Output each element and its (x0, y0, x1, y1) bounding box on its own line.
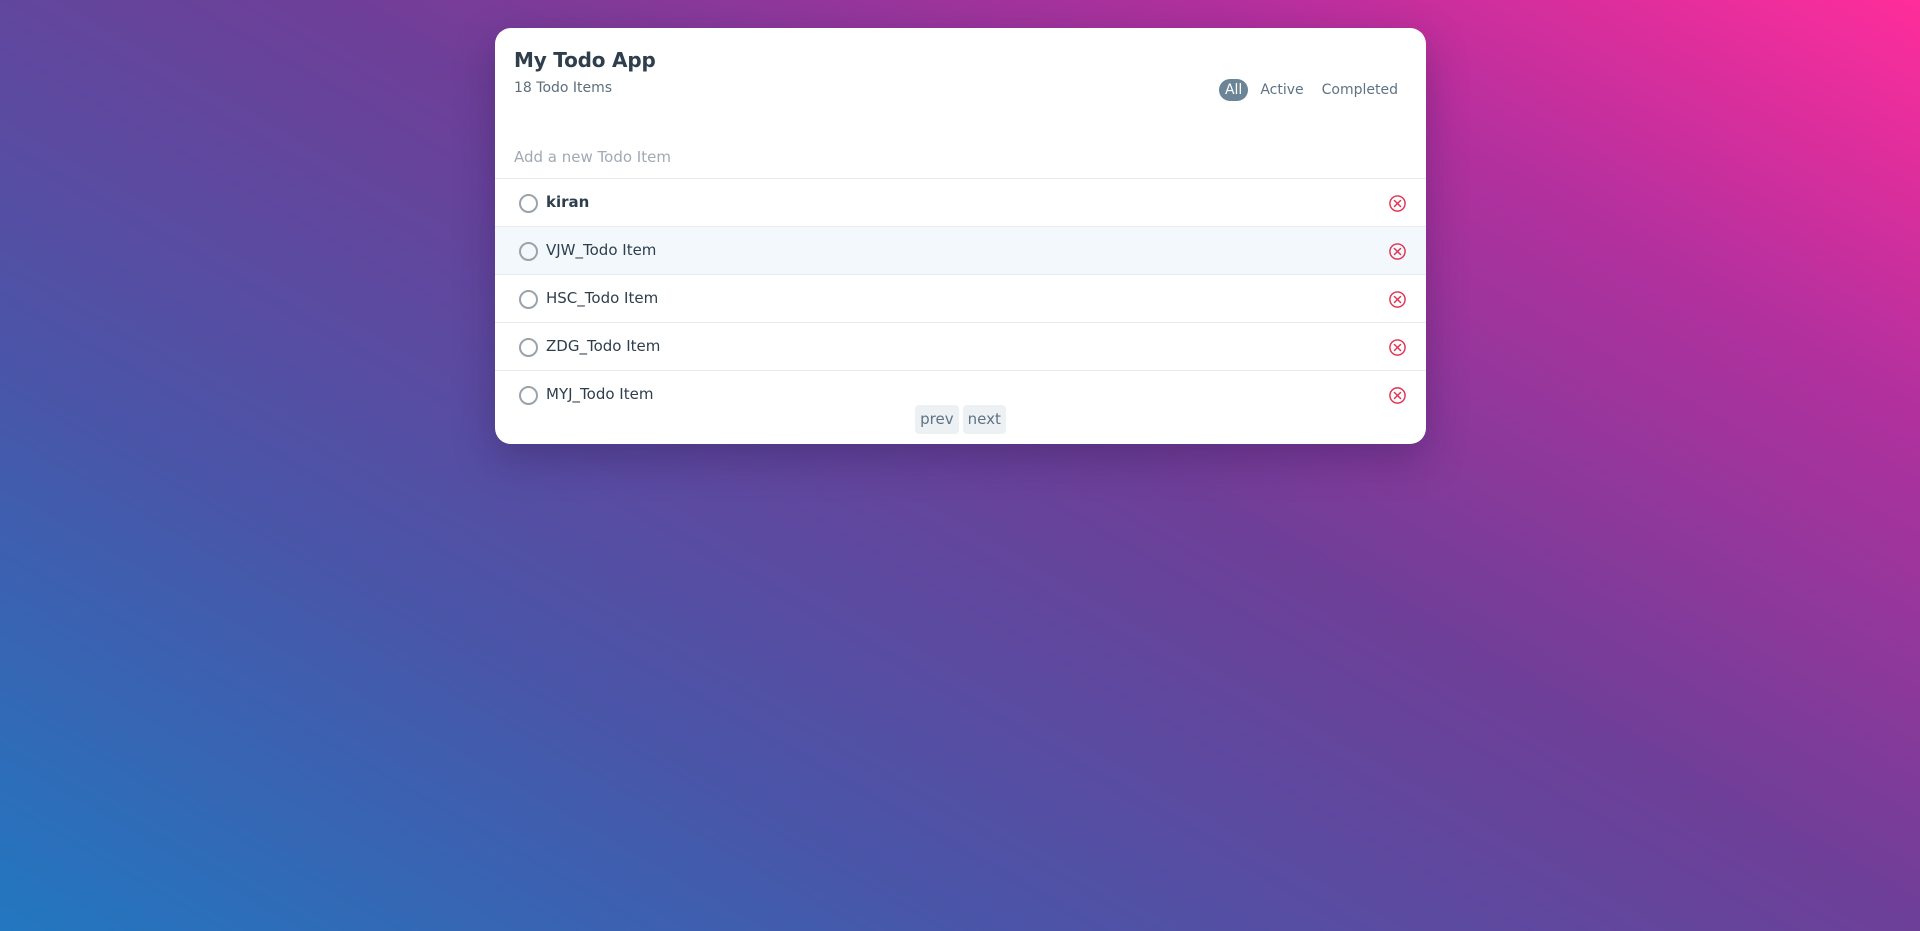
todo-item: VJW_Todo Item (495, 227, 1426, 275)
todo-card: My Todo App 18 Todo Items All Active Com… (495, 28, 1426, 444)
todo-item: ZDG_Todo Item (495, 323, 1426, 371)
app-title: My Todo App (514, 48, 656, 72)
todo-text: VJW_Todo Item (546, 241, 657, 259)
close-circle-icon[interactable] (1388, 338, 1407, 357)
todo-checkbox[interactable] (519, 338, 538, 357)
todo-text: ZDG_Todo Item (546, 337, 661, 355)
prev-button[interactable]: prev (915, 405, 959, 434)
todo-checkbox[interactable] (519, 242, 538, 261)
close-circle-icon[interactable] (1388, 290, 1407, 309)
filter-all[interactable]: All (1218, 79, 1249, 101)
next-button[interactable]: next (962, 405, 1006, 434)
todo-text: kiran (546, 193, 590, 211)
close-circle-icon[interactable] (1388, 386, 1407, 405)
todo-item: HSC_Todo Item (495, 275, 1426, 323)
filter-completed[interactable]: Completed (1316, 79, 1404, 101)
todo-checkbox[interactable] (519, 194, 538, 213)
filter-group: All Active Completed (1218, 79, 1404, 101)
todo-count: 18 Todo Items (514, 80, 613, 96)
pagination: prev next (495, 405, 1426, 434)
todo-text: MYJ_Todo Item (546, 385, 654, 403)
close-circle-icon[interactable] (1388, 194, 1407, 213)
todo-item: kiran (495, 179, 1426, 227)
close-circle-icon[interactable] (1388, 242, 1407, 261)
todo-text: HSC_Todo Item (546, 289, 659, 307)
todo-list: kiran VJW_Todo Item HSC_Todo Item ZDG_To… (495, 178, 1426, 419)
todo-checkbox[interactable] (519, 386, 538, 405)
todo-checkbox[interactable] (519, 290, 538, 309)
add-todo-input[interactable] (514, 144, 1394, 170)
filter-active[interactable]: Active (1254, 79, 1309, 101)
